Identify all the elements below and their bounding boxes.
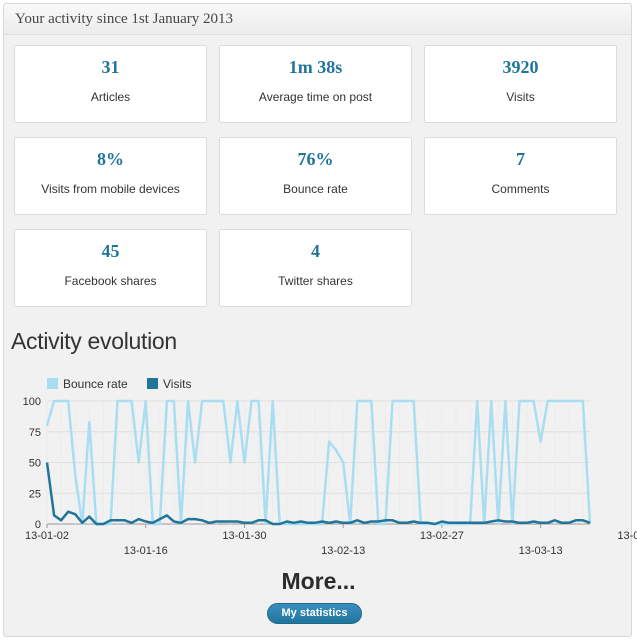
activity-chart: 025507510013-01-0213-01-1613-01-3013-02-… [23,377,637,557]
stat-bounce-rate: 76% Bounce rate [219,137,412,215]
stat-label: Twitter shares [278,274,353,288]
widget-title: Your activity since 1st January 2013 [4,4,631,35]
stat-comments: 7 Comments [424,137,617,215]
stat-value: 4 [311,241,320,261]
my-statistics-button[interactable]: My statistics [267,603,362,624]
x-tick-label: 13-02-13 [321,545,365,557]
x-tick-label: 13-02-27 [420,530,464,542]
stat-label: Comments [491,182,550,196]
x-tick-label: 13-01-02 [25,530,69,542]
stat-value: 7 [516,149,525,169]
x-tick-label: 13-03-27 [617,530,637,542]
more-title: More... [281,568,356,594]
y-tick-label: 75 [29,427,41,439]
stat-value: 8% [97,149,124,169]
stat-label: Bounce rate [283,182,348,196]
stat-value: 76% [297,149,334,169]
stat-value: 31 [101,57,120,77]
stat-twitter-shares: 4 Twitter shares [219,229,412,307]
legend-label: Visits [163,377,191,391]
legend-swatch [147,378,158,389]
section-title: Activity evolution [11,328,177,354]
stat-facebook-shares: 45 Facebook shares [14,229,207,307]
y-tick-label: 25 [29,488,41,500]
legend-swatch [47,378,58,389]
x-tick-label: 13-03-13 [519,545,563,557]
stat-articles: 31 Articles [14,45,207,123]
stat-label: Articles [90,90,131,104]
legend-label: Bounce rate [63,377,128,391]
stat-visits: 3920 Visits [424,45,617,123]
stat-label: Facebook shares [64,274,157,288]
x-tick-label: 13-01-30 [222,530,266,542]
stat-label: Average time on post [258,90,373,104]
y-tick-label: 50 [29,458,41,470]
stat-label: Visits from mobile devices [41,182,180,196]
stat-value: 3920 [502,57,539,77]
x-tick-label: 13-01-16 [124,545,168,557]
stat-value: 1m 38s [288,57,343,77]
stat-label: Visits [506,90,535,104]
stat-value: 45 [101,241,120,261]
y-tick-label: 100 [23,396,41,408]
stat-mobile-visits: 8% Visits from mobile devices [14,137,207,215]
stat-average-time: 1m 38s Average time on post [219,45,412,123]
